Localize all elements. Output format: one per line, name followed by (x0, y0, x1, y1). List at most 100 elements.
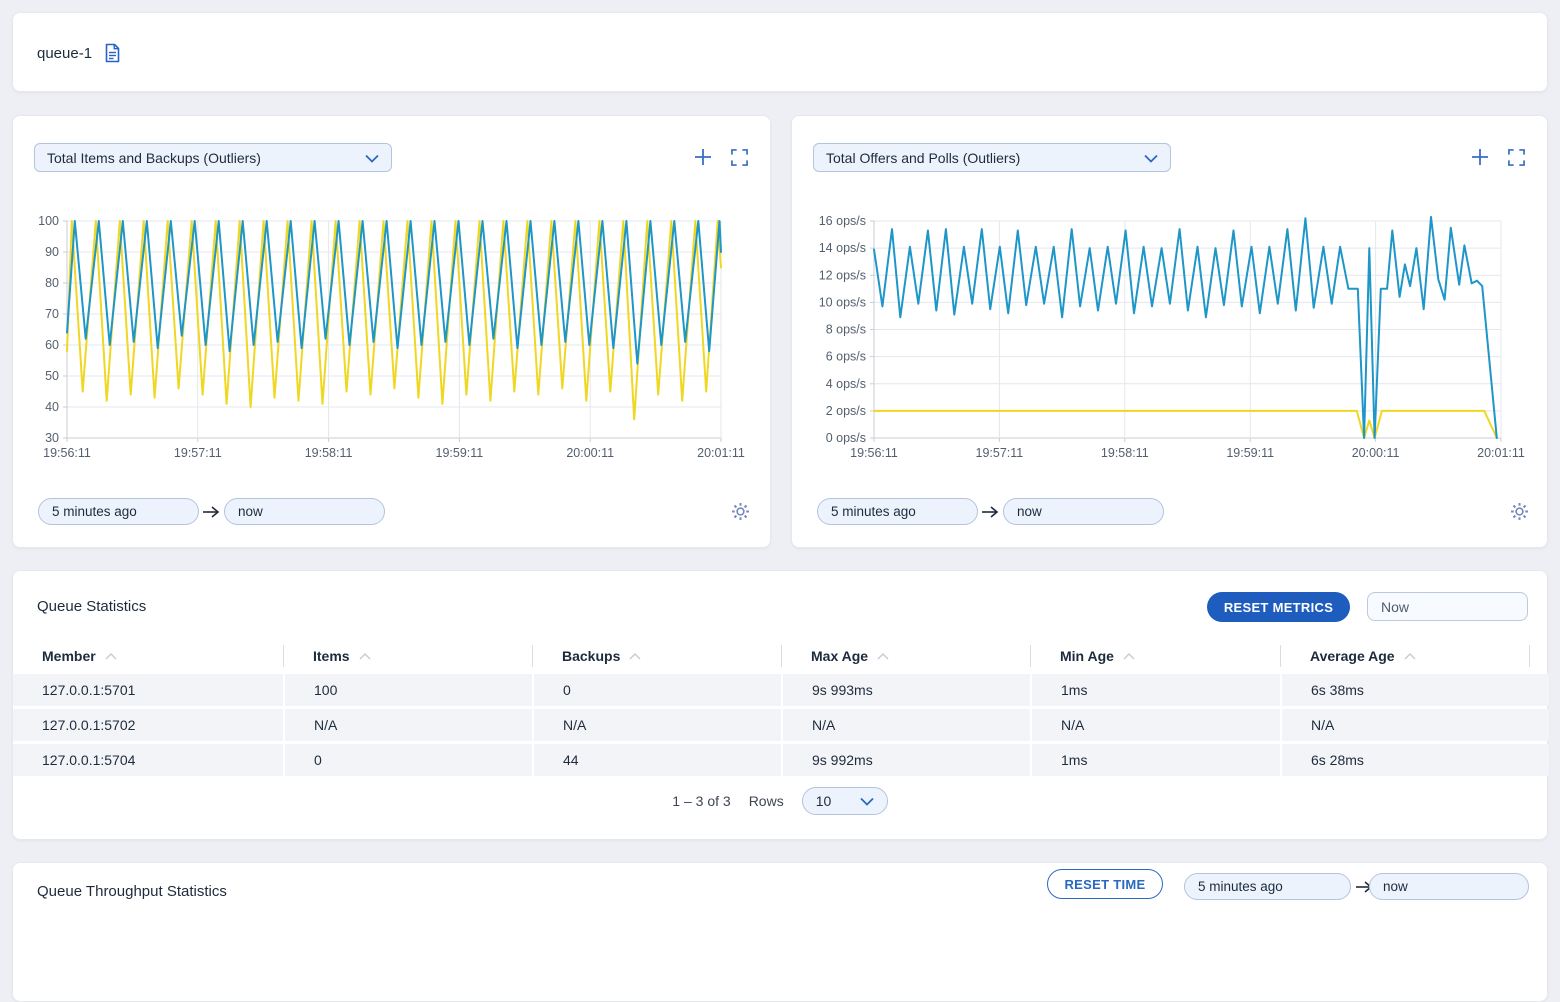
chevron-down-icon (365, 150, 379, 166)
time-range-right: 5 minutes ago now (792, 498, 1547, 528)
gear-icon[interactable] (1510, 502, 1529, 521)
offers-polls-chart-card: Total Offers and Polls (Outliers) 16 ops… (791, 115, 1548, 548)
metric-select-right-label: Total Offers and Polls (Outliers) (826, 150, 1020, 166)
svg-text:10 ops/s: 10 ops/s (819, 295, 866, 309)
svg-text:16 ops/s: 16 ops/s (819, 214, 866, 228)
table-row[interactable]: 127.0.0.1:5704 0 44 9s 992ms 1ms 6s 28ms (13, 744, 1549, 776)
arrow-right-icon (202, 505, 220, 524)
svg-text:19:59:11: 19:59:11 (1226, 446, 1274, 460)
table-row[interactable]: 127.0.0.1:5701 100 0 9s 993ms 1ms 6s 38m… (13, 674, 1549, 706)
pagination-range: 1 – 3 of 3 (672, 793, 730, 809)
column-header-items[interactable]: Items (283, 645, 532, 667)
sort-caret-icon (1404, 653, 1416, 660)
svg-text:100: 100 (38, 214, 59, 228)
arrow-right-icon (981, 505, 999, 524)
svg-text:19:59:11: 19:59:11 (436, 446, 484, 460)
document-icon[interactable] (104, 43, 121, 63)
svg-text:40: 40 (45, 400, 59, 414)
items-backups-chart: 1009080706050403019:56:1119:57:1119:58:1… (13, 211, 768, 471)
backups-cell: N/A (532, 709, 781, 741)
column-header-average-age[interactable]: Average Age (1280, 645, 1530, 667)
items-cell: 100 (283, 674, 532, 706)
time-to-input[interactable]: now (1003, 498, 1164, 525)
time-range-left: 5 minutes ago now (13, 498, 770, 528)
svg-text:2 ops/s: 2 ops/s (826, 404, 866, 418)
metrics-time-input[interactable]: Now (1367, 592, 1528, 621)
time-from-input[interactable]: 5 minutes ago (38, 498, 199, 525)
sort-caret-icon (1123, 653, 1135, 660)
svg-text:12 ops/s: 12 ops/s (819, 268, 866, 282)
chevron-down-icon (860, 793, 874, 809)
svg-text:30: 30 (45, 431, 59, 445)
column-header-min-age[interactable]: Min Age (1030, 645, 1280, 667)
sort-caret-icon (359, 653, 371, 660)
svg-text:0 ops/s: 0 ops/s (826, 431, 866, 445)
sort-caret-icon (877, 653, 889, 660)
svg-text:4 ops/s: 4 ops/s (826, 377, 866, 391)
reset-time-button[interactable]: RESET TIME (1047, 869, 1163, 899)
svg-text:20:00:11: 20:00:11 (566, 446, 614, 460)
metric-select-left-label: Total Items and Backups (Outliers) (47, 150, 261, 166)
gear-icon[interactable] (731, 502, 750, 521)
add-chart-icon[interactable] (1471, 148, 1489, 166)
column-header-max-age[interactable]: Max Age (781, 645, 1030, 667)
metric-select-right[interactable]: Total Offers and Polls (Outliers) (813, 143, 1171, 172)
queue-throughput-card: Queue Throughput Statistics RESET TIME 5… (12, 862, 1548, 1002)
svg-text:14 ops/s: 14 ops/s (819, 241, 866, 255)
svg-text:90: 90 (45, 245, 59, 259)
table-row[interactable]: 127.0.0.1:5702 N/A N/A N/A N/A N/A (13, 709, 1549, 741)
fullscreen-icon[interactable] (1508, 149, 1525, 166)
reset-metrics-button[interactable]: RESET METRICS (1207, 592, 1350, 622)
rows-per-page-value: 10 (816, 793, 832, 809)
time-to-input[interactable]: now (224, 498, 385, 525)
queue-title-row: queue-1 (13, 13, 1547, 63)
svg-text:50: 50 (45, 369, 59, 383)
offers-polls-chart: 16 ops/s14 ops/s12 ops/s10 ops/s8 ops/s6… (792, 211, 1547, 471)
backups-cell: 44 (532, 744, 781, 776)
svg-text:20:00:11: 20:00:11 (1352, 446, 1400, 460)
queue-statistics-table: Member Items Backups Max Age Min Age Ave… (13, 641, 1549, 776)
svg-text:19:56:11: 19:56:11 (850, 446, 898, 460)
time-to-input[interactable]: now (1369, 873, 1529, 900)
svg-text:19:57:11: 19:57:11 (174, 446, 222, 460)
svg-text:19:58:11: 19:58:11 (305, 446, 353, 460)
svg-text:19:57:11: 19:57:11 (976, 446, 1024, 460)
member-cell: 127.0.0.1:5701 (13, 674, 283, 706)
queue-statistics-title: Queue Statistics (37, 598, 146, 615)
column-header-backups[interactable]: Backups (532, 645, 781, 667)
sort-caret-icon (105, 653, 117, 660)
max-age-cell: 9s 993ms (781, 674, 1030, 706)
svg-text:19:56:11: 19:56:11 (43, 446, 91, 460)
table-header-row: Member Items Backups Max Age Min Age Ave… (13, 641, 1549, 671)
items-cell: N/A (283, 709, 532, 741)
time-from-input[interactable]: 5 minutes ago (1184, 873, 1351, 900)
svg-text:20:01:11: 20:01:11 (697, 446, 745, 460)
items-backups-chart-card: Total Items and Backups (Outliers) 100 90… (12, 115, 771, 548)
page-title: queue-1 (37, 45, 92, 62)
member-cell: 127.0.0.1:5702 (13, 709, 283, 741)
average-age-cell: N/A (1280, 709, 1530, 741)
rows-per-page-label: Rows (749, 793, 784, 809)
metric-select-left[interactable]: Total Items and Backups (Outliers) (34, 143, 392, 172)
sort-caret-icon (629, 653, 641, 660)
chevron-down-icon (1144, 150, 1158, 166)
rows-per-page-select[interactable]: 10 (802, 787, 888, 815)
svg-text:19:58:11: 19:58:11 (1101, 446, 1149, 460)
member-cell: 127.0.0.1:5704 (13, 744, 283, 776)
average-age-cell: 6s 28ms (1280, 744, 1530, 776)
max-age-cell: N/A (781, 709, 1030, 741)
min-age-cell: 1ms (1030, 674, 1280, 706)
fullscreen-icon[interactable] (731, 149, 748, 166)
column-header-member[interactable]: Member (13, 645, 283, 667)
add-chart-icon[interactable] (694, 148, 712, 166)
min-age-cell: 1ms (1030, 744, 1280, 776)
items-cell: 0 (283, 744, 532, 776)
svg-text:80: 80 (45, 276, 59, 290)
min-age-cell: N/A (1030, 709, 1280, 741)
queue-throughput-title: Queue Throughput Statistics (37, 883, 227, 900)
average-age-cell: 6s 38ms (1280, 674, 1530, 706)
svg-text:60: 60 (45, 338, 59, 352)
time-from-input[interactable]: 5 minutes ago (817, 498, 978, 525)
queue-statistics-card: Queue Statistics RESET METRICS Now Membe… (12, 570, 1548, 840)
pagination: 1 – 3 of 3 Rows 10 (13, 787, 1547, 815)
